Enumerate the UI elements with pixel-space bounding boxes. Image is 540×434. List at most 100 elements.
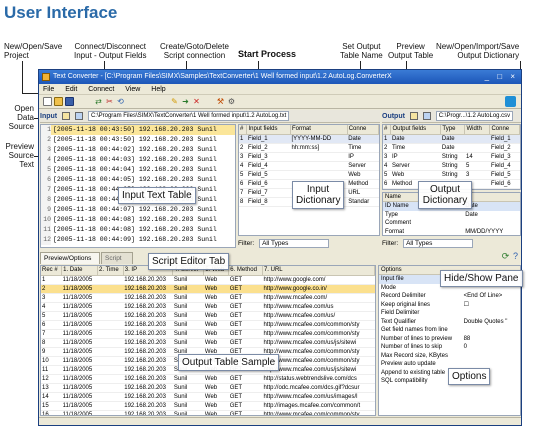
option-row[interactable]: Keep original lines ☐ [379,301,520,310]
preview-source-icon[interactable] [75,112,84,121]
column-header[interactable]: # [383,125,392,135]
field-property-row[interactable]: Format MM/DD/YYYY [383,228,520,236]
property-name: Max Record size, KBytes [381,352,449,359]
set-output-table-icon[interactable] [409,112,418,121]
menu-file[interactable]: File [43,86,54,93]
input-text-line[interactable]: 10 [2005-11-18 00:44:08] 192.168.20.203 S… [41,215,235,225]
input-text-line[interactable]: 11 [2005-11-18 00:44:08] 192.168.20.203 S… [41,225,235,235]
column-header[interactable]: 6. Method [228,266,263,276]
auto-connect-icon[interactable]: ⟲ [116,97,125,106]
input-text-line[interactable]: 6 [2005-11-18 00:44:05] 192.168.20.203 Su… [41,175,235,185]
input-field-row[interactable]: 2 Field_2 hh:mm:ss] Time [239,143,379,153]
input-text-line[interactable]: 4 [2005-11-18 00:44:03] 192.168.20.203 Su… [41,155,235,165]
table-row[interactable]: 5 11/18/2005 192.168.20.203 Sunil Web GET http… [41,311,375,321]
input-field-row[interactable]: 4 Field_4 Server [239,161,379,171]
process-settings-icon[interactable]: ⚙ [227,97,236,106]
line-number: 4 [41,155,51,165]
input-text-line[interactable]: 9 [2005-11-18 00:44:07] 192.168.20.203 Su… [41,205,235,215]
table-row[interactable]: 7 11/18/2005 192.168.20.203 Sunil Web GET http… [41,329,375,339]
table-row[interactable]: 12 11/18/2005 192.168.20.203 Sunil Web GET htt… [41,374,375,384]
preview-output-icon[interactable] [422,112,431,121]
table-row[interactable]: 15 11/18/2005 192.168.20.203 Sunil Web GET htt… [41,401,375,411]
column-header[interactable]: Conne [347,125,379,135]
option-row[interactable]: Field Delimiter [379,309,520,318]
output-file-path[interactable]: C:\Progr...\1.2 AutoLog.csv [435,111,514,122]
column-header[interactable]: 1. Date [61,266,98,276]
output-field-row[interactable]: 3 IP String 14 Field_3 [383,152,520,162]
save-project-icon[interactable] [65,97,74,106]
input-field-row[interactable]: 1 Field_1 [YYYY-MM-DD Date [239,134,379,144]
table-row[interactable]: 3 11/18/2005 192.168.20.203 Sunil Web GET http… [41,293,375,303]
column-header[interactable]: Conne [489,125,520,135]
table-cell: http://www.mcafee.com/common/sty [262,356,375,366]
output-field-row[interactable]: 4 Server String 5 Field_4 [383,161,520,171]
column-header[interactable]: 7. URL [262,266,375,276]
input-text-line[interactable]: 5 [2005-11-18 00:44:04] 192.168.20.203 Su… [41,165,235,175]
table-cell: Sunil [172,320,204,330]
window-controls[interactable]: _ □ × [485,72,518,82]
option-row[interactable]: Max Record size, KBytes [379,352,520,361]
tab-preview-options[interactable]: Preview/Options [40,252,100,264]
goto-script-icon[interactable]: ➜ [181,97,190,106]
option-row[interactable]: Text Qualifier Double Quotes " [379,318,520,327]
table-row[interactable]: 14 11/18/2005 192.168.20.203 Sunil Web GET htt… [41,392,375,402]
option-row[interactable]: Record Delimiter <End Of Line> [379,292,520,301]
input-field-row[interactable]: 5 Field_5 Web [239,170,379,180]
column-header[interactable]: Format [290,125,348,135]
create-script-icon[interactable]: ✎ [170,97,179,106]
field-property-row[interactable]: Type Date [383,211,520,220]
column-header[interactable]: Width [464,125,491,135]
menu-connect[interactable]: Connect [88,86,114,93]
column-header[interactable]: Rec # [41,266,63,276]
disconnect-fields-icon[interactable]: ✂ [105,97,114,106]
table-row[interactable]: 6 11/18/2005 192.168.20.203 Sunil Web GET http… [41,320,375,330]
input-text-line[interactable]: 12 [2005-11-18 00:44:09] 192.168.20.203 S… [41,235,235,245]
output-field-row[interactable]: 2 Time Date Field_2 [383,143,520,153]
table-cell: 11/18/2005 [61,311,98,321]
option-row[interactable]: Number of lines to skip 0 [379,343,520,352]
input-field-row[interactable]: 3 Field_3 IP [239,152,379,162]
table-cell: http://www.mcafee.com/us/ [262,311,375,321]
table-row[interactable]: 13 11/18/2005 192.168.20.203 Sunil Web GET htt… [41,383,375,393]
column-header[interactable]: Input fields [246,125,291,135]
table-row[interactable]: 4 11/18/2005 192.168.20.203 Sunil Web GET http… [41,302,375,312]
open-data-source-icon[interactable] [62,112,71,121]
new-project-icon[interactable] [43,97,52,106]
table-cell: 3 [464,170,490,180]
option-row[interactable]: Get field names from line [379,326,520,335]
input-text-line[interactable]: 3 [2005-11-18 00:44:02] 192.168.20.203 Su… [41,145,235,155]
open-project-icon[interactable] [54,97,63,106]
table-cell: 192.168.20.203 [123,302,173,312]
column-header[interactable]: # [239,125,248,135]
option-row[interactable]: Number of lines to preview 88 [379,335,520,344]
column-header[interactable]: Type [440,125,466,135]
input-text-table[interactable]: 1 [2005-11-18 00:43:50] 192.168.20.203 Su… [40,124,236,248]
menu-view[interactable]: View [125,86,140,93]
field-property-row[interactable]: Comment [383,219,520,228]
property-name: Get field names from line [381,327,448,333]
input-dictionary-grid[interactable]: # Input fields Format Conne 1 Field_1 [YYYY-M… [238,124,380,236]
delete-script-icon[interactable]: ✕ [192,97,201,106]
options-panel[interactable]: Options Input file Mode Record Delimiter <E… [378,265,521,416]
table-row[interactable]: 2 11/18/2005 192.168.20.203 Sunil Web GET http… [41,284,375,294]
table-row[interactable]: 1 11/18/2005 192.168.20.203 Sunil Web GET http… [41,275,375,285]
output-field-row[interactable]: 5 Web String 3 Field_5 [383,170,520,180]
output-filter-select[interactable]: All Types [403,238,474,248]
tab-script[interactable]: Script [101,252,133,264]
input-text-line[interactable]: 2 [2005-11-18 00:43:50] 192.168.20.203 Su… [41,135,235,145]
input-text-line[interactable]: 1 [2005-11-18 00:43:50] 192.168.20.203 Su… [41,125,235,135]
connect-fields-icon[interactable]: ⇄ [94,97,103,106]
input-filter-select[interactable]: All Types [259,238,330,248]
table-row[interactable]: 16 11/18/2005 192.168.20.203 Sunil Web GET htt… [41,410,375,415]
refresh-preview-icon[interactable]: ⟳ [501,252,510,261]
output-field-row[interactable]: 1 Date Date Field_1 [383,134,520,144]
help-icon[interactable]: ? [511,252,520,261]
column-header[interactable]: Output fields [390,125,442,135]
menu-edit[interactable]: Edit [65,86,77,93]
table-row[interactable]: 8 11/18/2005 192.168.20.203 Sunil Web GET http… [41,338,375,348]
column-header[interactable]: 2. Time [97,266,124,276]
output-table-sample[interactable]: Rec #1. Date 2. Time 3. IP 4. Server 5. Web 6… [40,265,376,416]
menu-help[interactable]: Help [151,86,165,93]
start-process-icon[interactable]: ⚒ [216,97,225,106]
input-file-path[interactable]: C:\Program Files\SIMX\TextConverter\1 We… [87,111,290,122]
